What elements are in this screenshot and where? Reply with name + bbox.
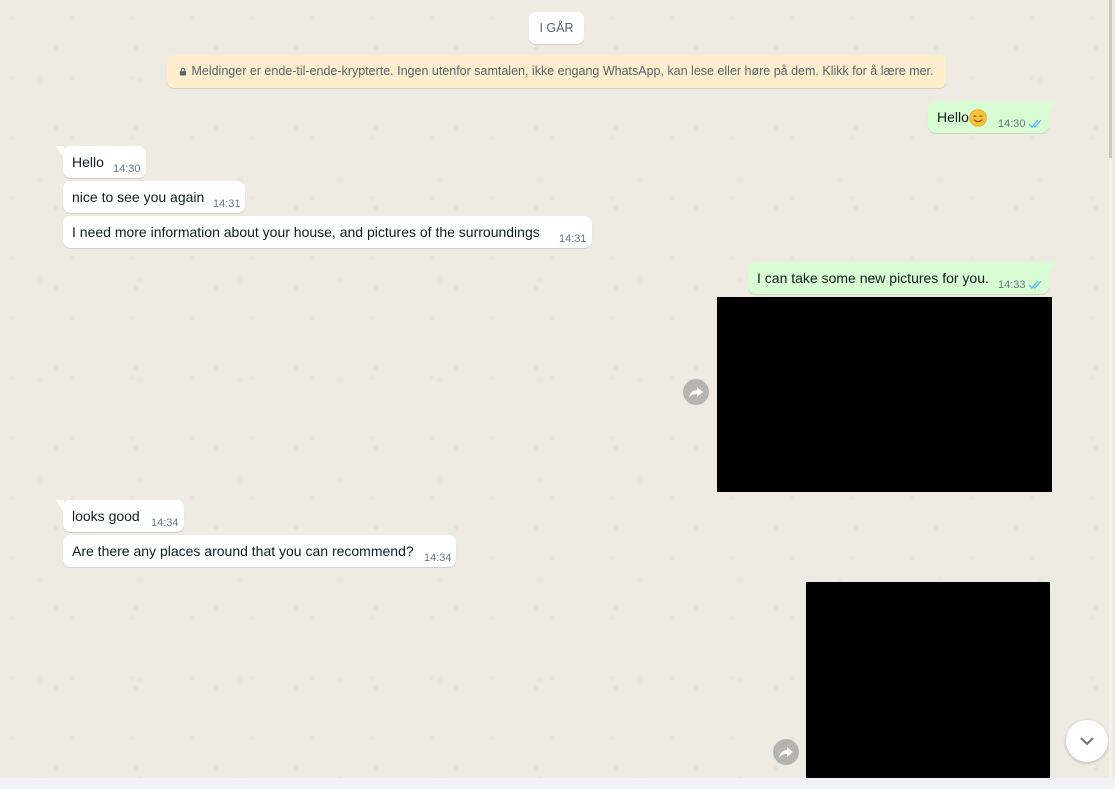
scrollbar-thumb[interactable]	[1109, 0, 1112, 158]
date-separator-label: I GÅR	[539, 21, 574, 35]
bubble-tail	[1048, 101, 1056, 114]
image-message[interactable]	[806, 582, 1050, 778]
message-time: 14:30	[113, 163, 141, 175]
message-time: 14:34	[424, 552, 452, 564]
message-text: I need more information about your house…	[72, 224, 540, 240]
message-time: 14:34	[151, 517, 179, 529]
outgoing-message[interactable]: I can take some new pictures for you. 14…	[748, 262, 1049, 294]
forward-icon	[779, 747, 793, 758]
smiling-face-emoji	[969, 109, 987, 128]
double-check-icon	[1028, 119, 1042, 128]
incoming-message[interactable]: nice to see you again 14:31	[63, 181, 245, 213]
scroll-to-bottom-button[interactable]	[1066, 720, 1108, 762]
bubble-tail	[1048, 262, 1056, 275]
incoming-message[interactable]: looks good 14:34	[63, 500, 184, 532]
encryption-notice[interactable]: Meldinger er ende-til-ende-krypterte. In…	[167, 55, 946, 88]
message-time: 14:31	[559, 233, 587, 245]
message-text: looks good	[72, 508, 140, 524]
incoming-message[interactable]: I need more information about your house…	[63, 216, 592, 248]
forward-icon	[689, 387, 703, 398]
composer-edge	[0, 778, 1115, 789]
message-time: 14:33	[998, 279, 1026, 291]
forward-button[interactable]	[773, 739, 799, 765]
double-check-icon	[1028, 280, 1042, 289]
outgoing-message[interactable]: Hello 14:30	[928, 101, 1049, 133]
scrollbar-track[interactable]	[1109, 0, 1112, 778]
message-text: Are there any places around that you can…	[72, 543, 414, 559]
message-time: 14:30	[998, 118, 1026, 130]
incoming-message[interactable]: Hello 14:30	[63, 146, 146, 178]
message-text: Hello	[72, 154, 104, 170]
message-text: Hello	[937, 109, 969, 125]
image-message[interactable]	[717, 297, 1052, 492]
forward-button[interactable]	[683, 379, 709, 405]
message-text: I can take some new pictures for you.	[757, 270, 989, 286]
chat-panel[interactable]: I GÅR Meldinger er ende-til-ende-krypter…	[0, 0, 1112, 778]
message-time: 14:31	[213, 198, 241, 210]
chevron-down-icon	[1080, 737, 1094, 746]
encryption-notice-text: Meldinger er ende-til-ende-krypterte. In…	[191, 64, 934, 78]
message-text: nice to see you again	[72, 189, 205, 205]
date-separator: I GÅR	[529, 12, 584, 44]
lock-icon	[180, 67, 187, 76]
incoming-message[interactable]: Are there any places around that you can…	[63, 535, 456, 567]
